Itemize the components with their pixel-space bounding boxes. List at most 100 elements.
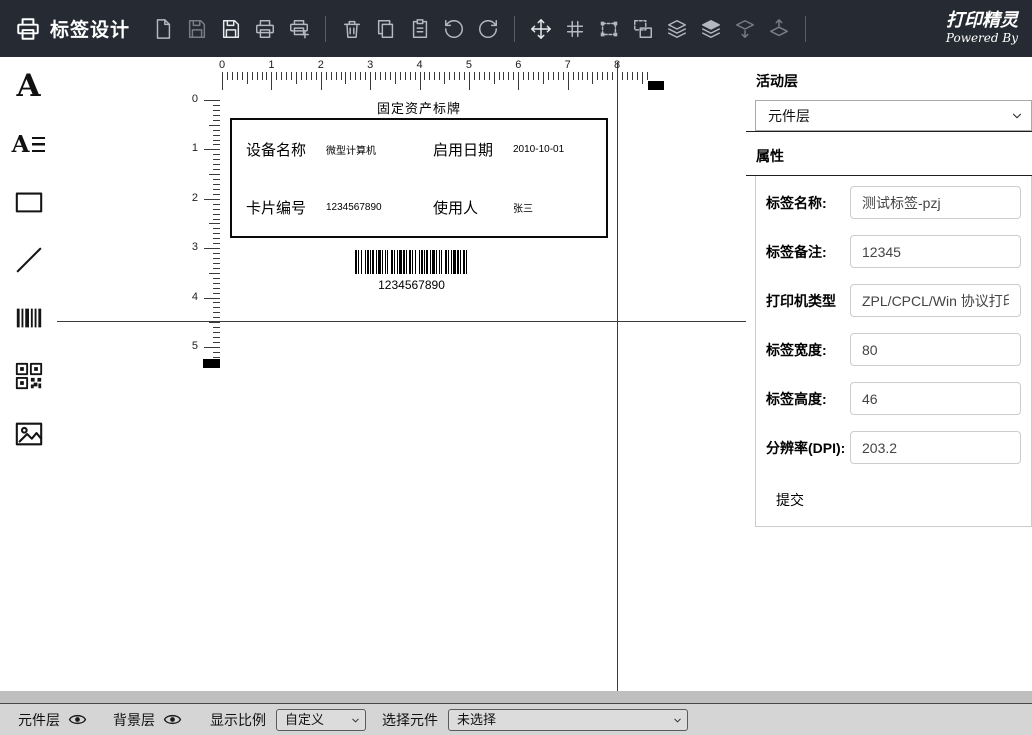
v-ruler-tick [213,307,220,308]
h-ruler-tick [266,72,267,80]
h-ruler-tick [622,72,623,80]
print-setup-button[interactable] [282,11,316,47]
layer-lower-icon [734,18,756,40]
h-ruler-tick [637,72,638,80]
label-field[interactable]: 设备名称 微型计算机 [232,120,419,178]
element-select[interactable]: 未选择 [448,709,688,731]
tool-image[interactable] [0,405,57,463]
save-button[interactable] [180,11,214,47]
h-ruler-tick [597,72,598,80]
field-label: 卡片编号 [246,197,326,218]
v-ruler-tick [213,302,220,303]
line-icon [14,245,44,275]
tool-line[interactable] [0,231,57,289]
move-button[interactable] [524,11,558,47]
h-ruler-tick [499,72,500,80]
label-note-input[interactable] [850,235,1021,268]
new-file-button[interactable] [146,11,180,47]
h-ruler-tick [415,72,416,80]
h-ruler-tick [503,72,504,80]
layer-lower-button[interactable] [728,11,762,47]
grid-button[interactable] [558,11,592,47]
label-height-input[interactable] [850,382,1021,415]
layers-button[interactable] [660,11,694,47]
v-ruler-tick [213,357,220,358]
barcode-icon [14,303,44,333]
printer-type-input[interactable] [850,284,1021,317]
v-ruler-tick [213,228,220,229]
h-ruler-tick [331,72,332,80]
tool-qrcode[interactable] [0,347,57,405]
v-ruler-number: 1 [185,142,198,154]
v-ruler-number: 2 [185,192,198,204]
h-ruler-tick [429,72,430,80]
v-ruler-tick [204,248,220,249]
label-field[interactable]: 启用日期 2010-10-01 [419,120,606,178]
component-layer-visibility-toggle[interactable] [68,710,87,729]
h-ruler-tick [375,72,376,80]
v-ruler-tick [213,312,220,313]
barcode-element[interactable] [355,250,468,274]
copy-button[interactable] [369,11,403,47]
label-name-input[interactable] [850,186,1021,219]
text-tool-icon: A [16,71,40,102]
v-ruler-tick [209,174,220,175]
background-layer-visibility-toggle[interactable] [163,710,182,729]
paste-button[interactable] [403,11,437,47]
tool-rectangle[interactable] [0,173,57,231]
dpi-input[interactable] [850,431,1021,464]
h-ruler-tick [336,72,337,80]
v-ruler-tick [213,189,220,190]
form-row: 标签名称: [766,186,1021,219]
v-ruler-tick [213,337,220,338]
v-ruler-tick [213,115,220,116]
label-field[interactable]: 卡片编号 1234567890 [232,178,419,236]
tool-barcode[interactable] [0,289,57,347]
layer-raise-button[interactable] [762,11,796,47]
h-ruler-tick [360,72,361,80]
toolbar-separator [805,16,806,42]
redo-button[interactable] [471,11,505,47]
label-title-element[interactable]: 固定资产标牌 [230,98,608,117]
v-ruler-tick [213,135,220,136]
v-ruler-tick [213,184,220,185]
tool-text[interactable]: A [0,57,57,115]
h-ruler-tick [370,72,371,90]
label-field[interactable]: 使用人 张三 [419,178,606,236]
h-ruler-tick [405,72,406,80]
v-ruler-tick [213,105,220,106]
undo-button[interactable] [437,11,471,47]
canvas-viewport[interactable]: 固定资产标牌 设备名称 微型计算机 启用日期 2010-10-01 卡片编号 1… [57,57,746,691]
tool-text-block[interactable]: A [0,115,57,173]
v-ruler-tick [213,233,220,234]
h-ruler-tick [365,72,366,80]
layers-stack-button[interactable] [694,11,728,47]
v-ruler-tick [204,347,220,348]
field-label: 使用人 [433,197,513,218]
component-layer-label: 元件层 [18,710,60,730]
submit-button[interactable]: 提交 [776,490,804,510]
properties-panel: 活动层 元件层 属性 标签名称: 标签备注: 打印机类型 标签宽 [746,57,1032,691]
h-ruler-tick [350,72,351,80]
delete-button[interactable] [335,11,369,47]
h-ruler-tick [489,72,490,80]
barcode-text[interactable]: 1234567890 [355,278,468,292]
v-ruler-tick [213,263,220,264]
form-row: 标签高度: [766,382,1021,415]
toolbar-separator [514,16,515,42]
print-button[interactable] [248,11,282,47]
h-ruler-tick [528,72,529,80]
select-group-button[interactable] [626,11,660,47]
label-field-box[interactable]: 设备名称 微型计算机 启用日期 2010-10-01 卡片编号 12345678… [230,118,608,238]
active-layer-select[interactable]: 元件层 [755,100,1032,131]
h-ruler-tick [257,72,258,80]
h-ruler-tick [459,72,460,80]
h-ruler-number: 0 [219,59,225,71]
select-area-button[interactable] [592,11,626,47]
h-ruler-tick [543,72,544,84]
v-ruler-tick [213,214,220,215]
label-width-input[interactable] [850,333,1021,366]
zoom-select[interactable]: 自定义 [276,709,366,731]
v-ruler-tick [213,209,220,210]
save-as-button[interactable] [214,11,248,47]
